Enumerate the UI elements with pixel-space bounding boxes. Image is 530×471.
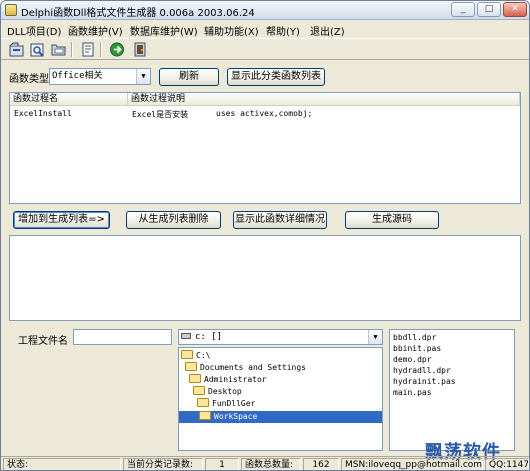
add-to-list-button[interactable]: 增加到生成列表=>	[13, 211, 110, 229]
file-item[interactable]: hydrainit.pas	[393, 376, 456, 387]
file-item[interactable]: bbdll.dpr	[393, 332, 436, 343]
menu-exit[interactable]: 退出(Z)	[310, 23, 345, 38]
browse-icon[interactable]	[28, 40, 47, 58]
drive-value: c: []	[195, 332, 223, 342]
exit-icon[interactable]	[131, 40, 150, 58]
drive-icon	[181, 333, 191, 339]
file-item[interactable]: bbinit.pas	[393, 343, 441, 354]
category-count-value: 1	[205, 458, 239, 470]
column-header-name[interactable]: 函数过程名	[10, 93, 128, 106]
close-button[interactable]: ✕	[503, 2, 527, 17]
drive-select[interactable]: c: [] ▼	[178, 329, 383, 345]
open-folder-icon	[193, 386, 205, 395]
file-item[interactable]: hydradll.dpr	[393, 365, 451, 376]
document-icon[interactable]	[78, 40, 97, 58]
toolbar-separator	[100, 42, 102, 57]
total-count-value: 162	[303, 458, 339, 470]
open-folder-icon[interactable]	[49, 40, 68, 58]
directory-item[interactable]: C:\	[181, 350, 210, 362]
category-count-label: 当前分类记录数:	[123, 458, 203, 470]
qq-contact: QQ:11471	[485, 458, 529, 470]
function-type-value: Office相关	[52, 71, 103, 81]
function-name-cell[interactable]: ExcelInstall	[14, 109, 72, 118]
file-item[interactable]: main.pas	[393, 387, 432, 398]
generation-list[interactable]	[9, 235, 521, 321]
directory-item[interactable]: Administrator	[189, 374, 267, 386]
minimize-button[interactable]: _	[451, 2, 475, 17]
open-folder-icon	[199, 411, 211, 420]
open-project-icon[interactable]	[7, 40, 26, 58]
title-bar[interactable]: Delphi函数Dll格式文件生成器 0.006a 2003.06.24 _ □…	[1, 1, 529, 20]
menu-bar: DLL项目(D) 函数维护(V) 数据库维护(W) 辅助功能(X) 帮助(Y) …	[1, 20, 529, 38]
function-uses-cell[interactable]: uses activex,comobj;	[216, 109, 312, 118]
status-text: 状态:	[3, 458, 121, 470]
msn-contact: MSN:iloveqq_pp@hotmail.com	[341, 458, 483, 470]
menu-dll-project[interactable]: DLL项目(D)	[7, 23, 61, 38]
chevron-down-icon[interactable]: ▼	[136, 69, 150, 84]
project-filename-input[interactable]	[73, 329, 172, 345]
directory-list[interactable]: C:\ Documents and Settings Administrator…	[178, 347, 383, 451]
maximize-button[interactable]: □	[477, 2, 501, 17]
remove-from-list-button[interactable]: 从生成列表删除	[126, 211, 221, 229]
menu-utilities[interactable]: 辅助功能(X)	[204, 23, 259, 38]
file-list[interactable]: bbdll.dpr bbinit.pas demo.dpr hydradll.d…	[389, 329, 515, 451]
open-folder-icon	[197, 398, 209, 407]
open-folder-icon	[185, 362, 197, 371]
show-category-list-button[interactable]: 显示此分类函数列表	[227, 68, 325, 86]
generate-source-button[interactable]: 生成源码	[345, 211, 439, 229]
menu-function-maintain[interactable]: 函数维护(V)	[68, 23, 123, 38]
directory-item[interactable]: Desktop	[193, 386, 242, 398]
total-count-label: 函数总数量:	[241, 458, 301, 470]
directory-item[interactable]: Documents and Settings	[185, 362, 306, 374]
status-bar: 状态: 当前分类记录数: 1 函数总数量: 162 MSN:iloveqq_pp…	[1, 456, 529, 470]
function-type-select[interactable]: Office相关 ▼	[49, 68, 151, 85]
function-desc-cell[interactable]: Excel是否安装	[132, 109, 188, 120]
chevron-down-icon[interactable]: ▼	[368, 330, 382, 344]
refresh-button[interactable]: 刷新	[159, 68, 219, 86]
open-folder-icon	[189, 374, 201, 383]
directory-item[interactable]: FunDllGer	[197, 398, 255, 410]
function-list[interactable]: 函数过程名 函数过程说明 ExcelInstall Excel是否安装 uses…	[9, 92, 521, 204]
app-icon	[5, 4, 17, 16]
show-details-button[interactable]: 显示此函数详细情况	[233, 211, 327, 229]
directory-item-selected[interactable]: WorkSpace	[179, 411, 382, 423]
main-window: Delphi函数Dll格式文件生成器 0.006a 2003.06.24 _ □…	[0, 0, 530, 471]
column-header-description[interactable]: 函数过程说明	[128, 93, 520, 106]
run-icon[interactable]	[107, 40, 126, 58]
menu-database-maintain[interactable]: 数据库维护(W)	[130, 23, 198, 38]
project-filename-label: 工程文件名	[18, 336, 68, 347]
toolbar	[1, 38, 529, 60]
menu-help[interactable]: 帮助(Y)	[266, 23, 300, 38]
function-type-label: 函数类型	[9, 74, 49, 85]
open-folder-icon	[181, 350, 193, 359]
toolbar-separator	[71, 42, 73, 57]
window-title: Delphi函数Dll格式文件生成器 0.006a 2003.06.24	[21, 8, 255, 19]
file-item[interactable]: demo.dpr	[393, 354, 432, 365]
